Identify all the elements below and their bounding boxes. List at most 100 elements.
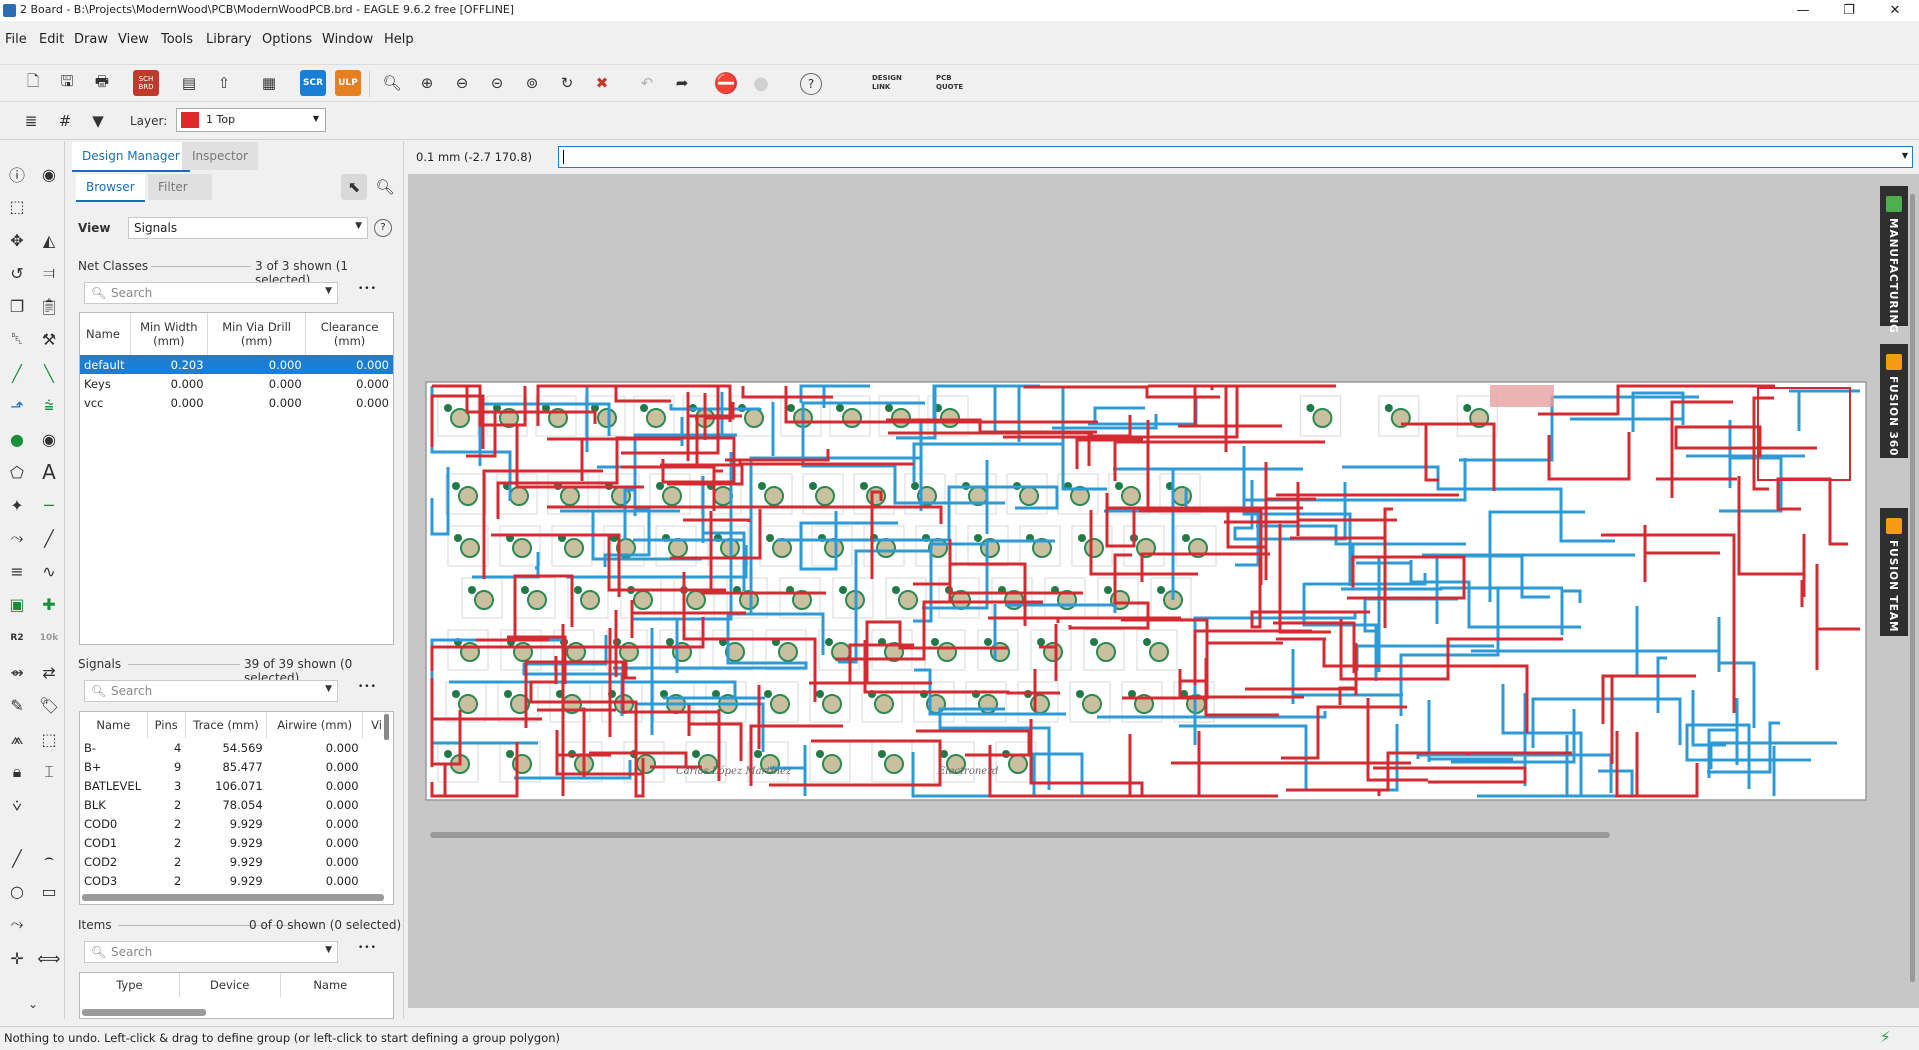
mark-icon[interactable]: ✛ [4, 945, 30, 971]
line-icon[interactable]: ╱ [4, 845, 30, 871]
ulp-button[interactable]: ULP [335, 70, 361, 96]
menu-help[interactable]: Help [384, 32, 414, 47]
table-row[interactable]: Keys 0.000 0.000 0.000 [80, 374, 393, 393]
table-row[interactable]: BATLEVEL 3 106.071 0.000 [80, 776, 390, 795]
redo-icon[interactable]: ➦ [669, 70, 695, 96]
table-row[interactable]: COD1 2 9.929 0.000 [80, 833, 390, 852]
properties-icon[interactable]: ⚒ [36, 326, 62, 352]
align-icon[interactable]: ⫤ [36, 260, 62, 286]
package-icon[interactable]: ▣ [4, 591, 30, 617]
ratsnest-icon[interactable]: ✖ [589, 70, 615, 96]
column-header-airwire[interactable]: Airwire (mm) [266, 712, 364, 738]
command-input[interactable]: ▼ [558, 146, 1913, 168]
column-header-name[interactable]: Name [280, 973, 380, 997]
manufacturing-panel-tab[interactable]: MANUFACTURING [1880, 186, 1908, 334]
split-icon[interactable]: ⤳ [4, 525, 30, 551]
spline-icon[interactable]: ⤳ [4, 911, 30, 937]
column-header-name[interactable]: Name [80, 313, 131, 355]
menu-options[interactable]: Options [262, 32, 312, 47]
signals-search[interactable]: 🔍︎ Search ▼ [84, 680, 338, 702]
new-file-icon[interactable]: 🗋 [20, 70, 46, 96]
column-header-min-via-drill[interactable]: Min Via Drill (mm) [207, 313, 307, 355]
cam-processor-icon[interactable]: ▤ [176, 70, 202, 96]
menu-view[interactable]: View [118, 32, 149, 47]
table-row[interactable]: vcc 0.000 0.000 0.000 [80, 393, 393, 412]
table-row[interactable]: COD0 2 9.929 0.000 [80, 814, 390, 833]
smash-icon[interactable]: ⇴ [4, 659, 30, 685]
mirror-icon[interactable]: ◭ [36, 227, 62, 253]
show-icon[interactable]: ◉ [36, 161, 62, 187]
grid-icon[interactable]: # [52, 108, 78, 134]
polygon-icon[interactable]: ⬠ [4, 459, 30, 485]
group-icon[interactable]: ⬚ [36, 726, 62, 752]
attribute-icon[interactable]: 🏷︎ [36, 692, 62, 718]
menu-file[interactable]: File [5, 32, 27, 47]
layer-select[interactable]: 1 Top ▼ [176, 108, 326, 132]
print-icon[interactable]: 🖶 [89, 70, 115, 96]
design-link-button[interactable]: DESIGN LINK [858, 74, 922, 92]
board-icon[interactable]: ▦ [256, 70, 282, 96]
redraw-icon[interactable]: ↻ [554, 70, 580, 96]
wire-icon[interactable]: ─ [36, 492, 62, 518]
zoom-select-icon[interactable]: ⊚ [519, 70, 545, 96]
menu-window[interactable]: Window [322, 32, 373, 47]
signals-vscrollbar[interactable] [384, 714, 389, 740]
fusion-360-panel-tab[interactable]: FUSION 360 [1880, 344, 1908, 458]
name-icon[interactable]: R2 [4, 625, 30, 651]
zoom-previous-icon[interactable]: ⊝ [484, 70, 510, 96]
more-options-icon[interactable]: ••• [358, 682, 377, 692]
lock-icon[interactable]: 🔒︎ [4, 759, 30, 785]
save-icon[interactable]: 🖫 [54, 70, 80, 96]
view-select[interactable]: Signals ▼ [128, 217, 368, 239]
close-button[interactable]: ✕ [1872, 0, 1918, 21]
ripup-icon[interactable]: ╲ [36, 360, 62, 386]
canvas-vscrollbar[interactable] [1910, 194, 1915, 982]
via-icon[interactable]: ● [4, 426, 30, 452]
net-classes-search[interactable]: 🔍︎ Search ▼ [84, 282, 338, 304]
script-button[interactable]: SCR [300, 70, 326, 96]
signal-icon[interactable]: ∿ [36, 558, 62, 584]
table-row[interactable]: B- 4 54.569 0.000 [80, 738, 390, 757]
board-canvas[interactable]: Carlos López Martínez Electronerd [408, 174, 1906, 1008]
table-row[interactable]: default 0.203 0.000 0.000 [80, 355, 393, 374]
hole-icon[interactable]: ◉ [36, 426, 62, 452]
table-row[interactable]: B+ 9 85.477 0.000 [80, 757, 390, 776]
stop-icon[interactable]: ⛔ [713, 70, 739, 96]
canvas-hscrollbar[interactable] [430, 832, 1610, 838]
change-icon[interactable]: ✎ [4, 692, 30, 718]
export-icon[interactable]: ⇧ [211, 70, 237, 96]
items-hscrollbar[interactable] [82, 1009, 206, 1016]
column-header-trace[interactable]: Trace (mm) [185, 712, 268, 738]
value-icon[interactable]: 10k [36, 625, 62, 651]
tab-filter[interactable]: Filter [148, 174, 212, 200]
zoom-out-icon[interactable]: ⊖ [449, 70, 475, 96]
lightning-icon[interactable]: ⚡ [1880, 1028, 1891, 1046]
items-search[interactable]: 🔍︎ Search ▼ [84, 941, 338, 963]
tab-browser[interactable]: Browser [76, 174, 145, 202]
zoom-to-item-icon[interactable]: 🔍︎ [372, 174, 398, 200]
miter-icon[interactable]: ╱ [36, 525, 62, 551]
maximize-button[interactable]: ❐ [1826, 0, 1872, 21]
column-header-device[interactable]: Device [179, 973, 281, 997]
column-header-name[interactable]: Name [80, 712, 148, 738]
menu-draw[interactable]: Draw [74, 32, 108, 47]
move-icon[interactable]: ✥ [4, 227, 30, 253]
table-row[interactable]: COD2 2 9.929 0.000 [80, 852, 390, 871]
go-icon[interactable]: ● [748, 70, 774, 96]
meander-icon[interactable]: ⩭ [36, 393, 62, 419]
dimension-icon[interactable]: ⌶ [36, 759, 62, 785]
info-icon[interactable]: ⓘ [4, 161, 30, 187]
menu-edit[interactable]: Edit [39, 32, 64, 47]
layer-settings-icon[interactable]: ≣ [18, 108, 44, 134]
delete-icon[interactable]: ␡ [4, 326, 30, 352]
circle-icon[interactable]: ○ [4, 878, 30, 904]
pcb-drawing[interactable]: Carlos López Martínez Electronerd [408, 174, 1906, 1008]
rotate-icon[interactable]: ↺ [4, 260, 30, 286]
zoom-in-icon[interactable]: ⊕ [414, 70, 440, 96]
column-header-min-width[interactable]: Min Width (mm) [130, 313, 209, 355]
tab-inspector[interactable]: Inspector [182, 142, 258, 170]
column-header-type[interactable]: Type [80, 973, 180, 997]
table-row[interactable]: BLK 2 78.054 0.000 [80, 795, 390, 814]
paste-icon[interactable]: 📋︎ [36, 293, 62, 319]
select-icon[interactable]: ⬚ [4, 193, 30, 219]
